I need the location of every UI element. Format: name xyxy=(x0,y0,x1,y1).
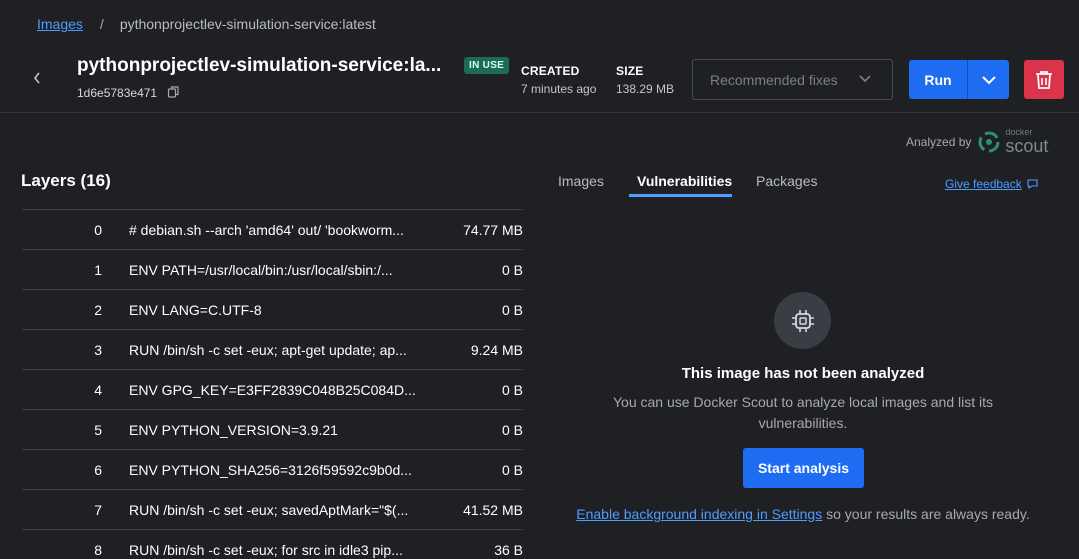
image-title: pythonprojectlev-simulation-service:la..… xyxy=(77,55,442,76)
layer-index: 4 xyxy=(94,381,102,398)
delete-button[interactable] xyxy=(1024,60,1064,99)
layer-size: 74.77 MB xyxy=(463,221,523,238)
created-meta: CREATED 7 minutes ago xyxy=(521,64,596,96)
layer-index: 5 xyxy=(94,421,102,438)
breadcrumb-separator: / xyxy=(99,16,104,32)
image-id: 1d6e5783e471 xyxy=(77,86,158,100)
docker-scout-logo: docker scout xyxy=(977,128,1048,155)
header-divider xyxy=(0,112,1079,113)
layer-row[interactable]: 2 ENV LANG=C.UTF-8 0 B xyxy=(22,290,523,330)
give-feedback-label: Give feedback xyxy=(945,177,1022,191)
layers-table: 0 # debian.sh --arch 'amd64' out/ 'bookw… xyxy=(22,209,523,559)
chevron-down-icon xyxy=(859,75,871,83)
layer-size: 41.52 MB xyxy=(463,501,523,518)
run-options-button[interactable] xyxy=(968,60,1009,99)
layer-row[interactable]: 6 ENV PYTHON_SHA256=3126f59592c9b0d... 0… xyxy=(22,450,523,490)
recommended-fixes-dropdown[interactable]: Recommended fixes xyxy=(692,59,893,100)
layer-size: 9.24 MB xyxy=(470,341,523,358)
tab-images[interactable]: Images xyxy=(558,173,604,189)
docker-scout-logo-icon xyxy=(978,131,1000,152)
layer-index: 6 xyxy=(94,461,102,478)
layer-row[interactable]: 3 RUN /bin/sh -c set -eux; apt-get updat… xyxy=(22,330,523,370)
active-tab-indicator xyxy=(629,194,732,197)
layer-command: RUN /bin/sh -c set -eux; savedAptMark="$… xyxy=(129,501,409,518)
in-use-badge: IN USE xyxy=(464,57,510,74)
layer-row[interactable]: 1 ENV PATH=/usr/local/bin:/usr/local/sbi… xyxy=(22,250,523,290)
copy-icon[interactable] xyxy=(167,85,180,104)
layer-command: ENV LANG=C.UTF-8 xyxy=(129,301,262,318)
created-label: CREATED xyxy=(521,64,580,78)
recommended-fixes-label: Recommended fixes xyxy=(710,71,838,88)
layer-size: 36 B xyxy=(494,541,523,558)
size-label: SIZE xyxy=(616,64,644,78)
layer-row[interactable]: 5 ENV PYTHON_VERSION=3.9.21 0 B xyxy=(22,410,523,450)
layer-row[interactable]: 0 # debian.sh --arch 'amd64' out/ 'bookw… xyxy=(22,210,523,250)
chip-icon xyxy=(774,292,831,349)
back-button[interactable] xyxy=(26,67,48,89)
background-indexing-suffix: so your results are always ready. xyxy=(822,506,1030,522)
image-details-page: Images / pythonprojectlev-simulation-ser… xyxy=(0,0,1079,559)
breadcrumb-images-link[interactable]: Images xyxy=(37,16,83,32)
layer-index: 1 xyxy=(94,261,102,278)
layer-index: 0 xyxy=(94,221,102,238)
layer-size: 0 B xyxy=(501,421,523,438)
trash-icon xyxy=(1036,70,1052,89)
layer-row[interactable]: 7 RUN /bin/sh -c set -eux; savedAptMark=… xyxy=(22,490,523,530)
chat-icon xyxy=(1027,179,1038,190)
layers-title: Layers (16) xyxy=(21,171,111,190)
layer-size: 0 B xyxy=(501,261,523,278)
chevron-left-icon xyxy=(33,72,40,84)
analyzed-by-label: Analyzed by xyxy=(906,134,972,149)
empty-state-description: You can use Docker Scout to analyze loca… xyxy=(612,394,994,431)
scout-brand-big: scout xyxy=(1005,136,1049,156)
layer-row[interactable]: 4 ENV GPG_KEY=E3FF2839C048B25C084D... 0 … xyxy=(22,370,523,410)
chevron-down-icon xyxy=(981,75,996,84)
layer-command: ENV PYTHON_VERSION=3.9.21 xyxy=(129,421,338,438)
analyzed-by: Analyzed by docker scout xyxy=(906,128,1048,156)
layer-index: 3 xyxy=(94,341,102,358)
tab-vulnerabilities[interactable]: Vulnerabilities xyxy=(637,173,732,189)
layer-index: 7 xyxy=(94,501,102,518)
empty-state-title: This image has not been analyzed xyxy=(681,365,925,382)
layer-command: RUN /bin/sh -c set -eux; apt-get update;… xyxy=(129,341,407,358)
layer-command: RUN /bin/sh -c set -eux; for src in idle… xyxy=(129,541,403,558)
enable-background-indexing-link[interactable]: Enable background indexing in Settings xyxy=(576,506,822,522)
size-meta: SIZE 138.29 MB xyxy=(616,64,674,96)
run-button[interactable]: Run xyxy=(909,60,967,99)
layer-size: 0 B xyxy=(501,461,523,478)
breadcrumb: Images / pythonprojectlev-simulation-ser… xyxy=(37,16,376,32)
layer-index: 2 xyxy=(94,301,102,318)
give-feedback-link[interactable]: Give feedback xyxy=(945,177,1040,191)
layer-command: ENV PATH=/usr/local/bin:/usr/local/sbin:… xyxy=(129,261,393,278)
created-value: 7 minutes ago xyxy=(521,82,597,96)
run-button-group: Run xyxy=(909,60,1009,99)
layer-size: 0 B xyxy=(501,301,523,318)
background-indexing-note: Enable background indexing in Settings s… xyxy=(575,504,1031,524)
tab-packages[interactable]: Packages xyxy=(756,173,817,189)
layer-index: 8 xyxy=(94,541,102,558)
breadcrumb-current: pythonprojectlev-simulation-service:late… xyxy=(119,16,376,32)
start-analysis-button[interactable]: Start analysis xyxy=(743,448,864,488)
layer-row[interactable]: 8 RUN /bin/sh -c set -eux; for src in id… xyxy=(22,530,523,559)
layer-command: ENV PYTHON_SHA256=3126f59592c9b0d... xyxy=(129,461,412,478)
size-value: 138.29 MB xyxy=(616,82,675,96)
layer-size: 0 B xyxy=(501,381,523,398)
layer-command: # debian.sh --arch 'amd64' out/ 'bookwor… xyxy=(129,221,404,238)
layer-command: ENV GPG_KEY=E3FF2839C048B25C084D... xyxy=(129,381,416,398)
